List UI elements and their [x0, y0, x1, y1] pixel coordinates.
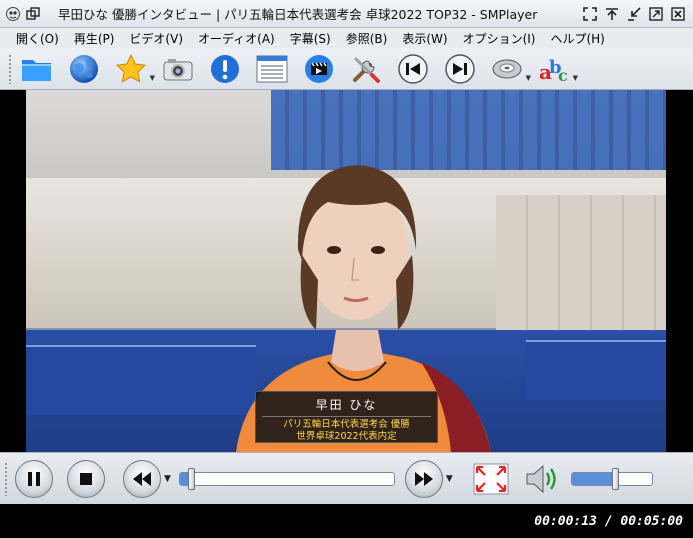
svg-text:c: c [558, 66, 568, 85]
stop-icon [80, 472, 92, 485]
control-grip[interactable] [4, 461, 8, 496]
rewind-icon [133, 471, 151, 486]
seek-progress [179, 472, 189, 485]
video-frame[interactable]: 早田 ひな パリ五輪日本代表選考会 優勝 世界卓球2022代表内定 [26, 90, 666, 452]
background-panel [496, 195, 666, 335]
volume-level [571, 472, 612, 485]
name-caption: 早田 ひな パリ五輪日本代表選考会 優勝 世界卓球2022代表内定 [255, 391, 438, 443]
rewind-dropdown-icon[interactable]: ▼ [164, 474, 171, 484]
window-title: 早田ひな 優勝インタビュー | パリ五輪日本代表選考会 卓球2022 TOP32… [58, 7, 538, 22]
main-toolbar: ▼ ▼ abc ▼ [0, 48, 693, 90]
status-bar: 00:00:13 / 00:05:00 [0, 504, 693, 538]
previous-icon[interactable] [396, 52, 430, 86]
table-right [526, 340, 666, 400]
seek-bar[interactable] [178, 467, 395, 490]
fullscreen-toggle-icon [473, 463, 509, 494]
minimize-icon[interactable] [625, 5, 643, 23]
caption-line-1: パリ五輪日本代表選考会 優勝 [283, 419, 410, 430]
menu-help[interactable]: ヘルプ(H) [550, 30, 604, 47]
caption-name: 早田 ひな [315, 398, 378, 412]
keep-above-icon[interactable] [603, 5, 621, 23]
caption-line-2: 世界卓球2022代表内定 [296, 431, 397, 442]
menu-play[interactable]: 再生(P) [74, 30, 115, 47]
screenshot-camera-icon[interactable] [161, 52, 195, 86]
subtitles-abc-icon[interactable]: abc ▼ [537, 52, 578, 86]
menu-options[interactable]: オプション(I) [463, 30, 536, 47]
app-menu-icon[interactable] [5, 6, 21, 22]
caption-divider [262, 416, 431, 417]
window-menu-icon[interactable] [24, 5, 42, 23]
pause-button[interactable] [15, 459, 53, 498]
rewind-button[interactable] [123, 459, 161, 498]
fullscreen-icon[interactable] [581, 5, 599, 23]
menu-video[interactable]: ビデオ(V) [129, 30, 183, 47]
globe-icon[interactable] [67, 52, 101, 86]
control-bar: ▼ ▼ [0, 452, 693, 504]
title-bar: 早田ひな 優勝インタビュー | パリ五輪日本代表選考会 卓球2022 TOP32… [0, 0, 693, 28]
preferences-tools-icon[interactable] [349, 52, 383, 86]
close-icon[interactable] [669, 5, 687, 23]
next-icon[interactable] [443, 52, 477, 86]
seek-handle[interactable] [188, 467, 196, 490]
forward-dropdown-icon[interactable]: ▼ [446, 474, 453, 484]
favorites-star-icon[interactable]: ▼ [114, 52, 155, 86]
open-folder-icon[interactable] [20, 52, 54, 86]
menu-open[interactable]: 開く(O) [16, 30, 59, 47]
video-clip-icon[interactable] [302, 52, 336, 86]
forward-button[interactable] [404, 459, 443, 498]
playlist-icon[interactable] [255, 52, 289, 86]
maximize-icon[interactable] [647, 5, 665, 23]
info-icon[interactable] [208, 52, 242, 86]
volume-handle[interactable] [611, 467, 619, 490]
volume-slider[interactable] [570, 467, 653, 490]
menu-audio[interactable]: オーディオ(A) [198, 30, 275, 47]
menu-bar: 開く(O) 再生(P) ビデオ(V) オーディオ(A) 字幕(S) 参照(B) … [0, 28, 693, 48]
time-display: 00:00:13 / 00:05:00 [534, 513, 683, 529]
stop-button[interactable] [67, 459, 105, 498]
toolbar-grip[interactable] [8, 53, 12, 84]
volume-speaker-icon[interactable] [523, 462, 559, 496]
menu-browse[interactable]: 参照(B) [346, 30, 388, 47]
menu-subtitles[interactable]: 字幕(S) [290, 30, 331, 47]
audio-cd-icon[interactable]: ▼ [490, 52, 531, 86]
video-area[interactable]: 早田 ひな パリ五輪日本代表選考会 優勝 世界卓球2022代表内定 [0, 90, 693, 452]
fullscreen-button[interactable] [473, 463, 509, 495]
menu-view[interactable]: 表示(W) [402, 30, 447, 47]
forward-icon [414, 471, 433, 486]
pause-icon [28, 471, 40, 486]
